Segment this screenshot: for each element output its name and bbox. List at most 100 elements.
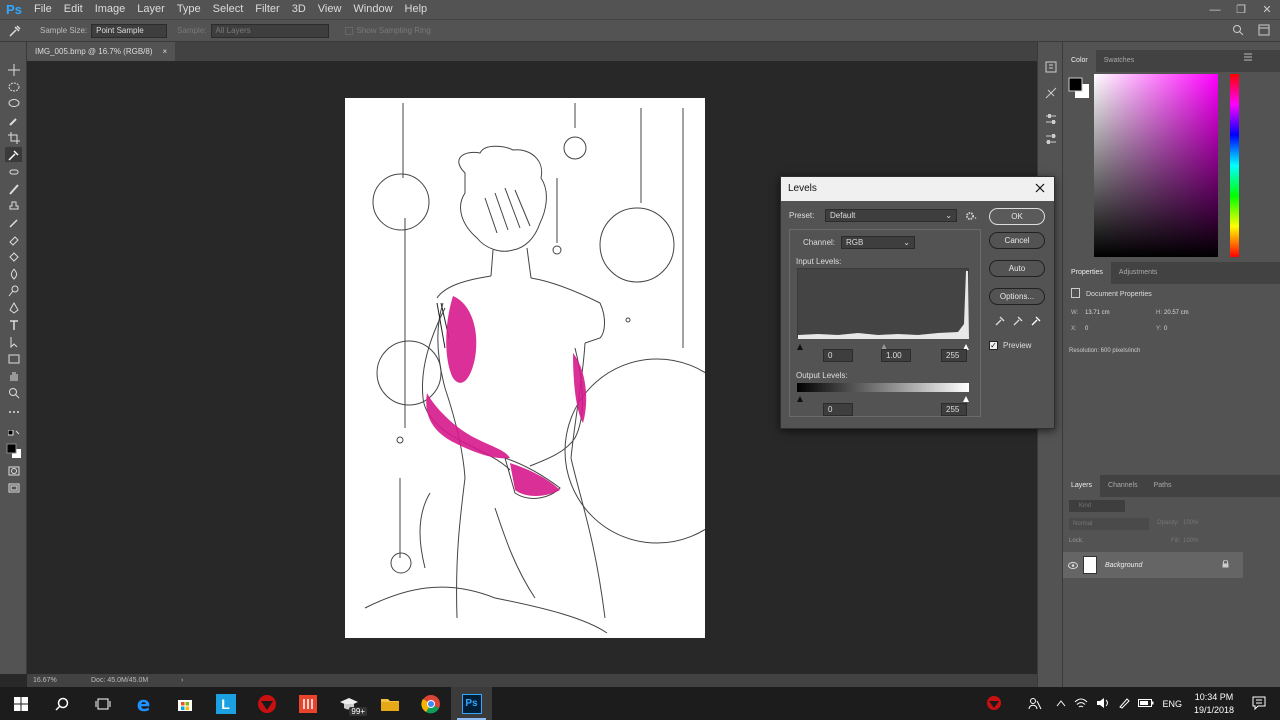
tab-layers[interactable]: Layers xyxy=(1063,475,1101,497)
blur-tool-icon[interactable] xyxy=(5,266,22,281)
output-black-field[interactable]: 0 xyxy=(823,403,853,416)
levels-title-bar[interactable]: Levels xyxy=(781,177,1054,201)
menu-type[interactable]: Type xyxy=(171,0,207,19)
zoom-tool-icon[interactable] xyxy=(5,385,22,400)
show-hidden-icons-icon[interactable] xyxy=(1056,699,1066,709)
move-tool-icon[interactable] xyxy=(5,62,22,77)
document-tab[interactable]: IMG_005.bmp @ 16.7% (RGB/8) × xyxy=(27,42,176,61)
layer-kind-filter[interactable]: Kind xyxy=(1069,500,1125,512)
ok-button[interactable]: OK xyxy=(989,208,1045,225)
input-sliders[interactable] xyxy=(797,341,969,350)
input-white-field[interactable]: 255 xyxy=(941,349,967,362)
tab-properties[interactable]: Properties xyxy=(1063,262,1111,284)
tab-paths[interactable]: Paths xyxy=(1146,475,1180,497)
menu-file[interactable]: File xyxy=(28,0,58,19)
history-brush-tool-icon[interactable] xyxy=(5,215,22,230)
menu-select[interactable]: Select xyxy=(207,0,250,19)
menu-view[interactable]: View xyxy=(312,0,348,19)
more-tools-icon[interactable] xyxy=(5,404,22,419)
adjustments-sliders-icon[interactable] xyxy=(1044,112,1058,129)
wifi-icon[interactable] xyxy=(1074,697,1088,711)
pen-tool-icon[interactable] xyxy=(5,300,22,315)
menu-layer[interactable]: Layer xyxy=(131,0,171,19)
windows-start-icon[interactable] xyxy=(0,687,41,720)
tab-swatches[interactable]: Swatches xyxy=(1096,50,1142,72)
healing-brush-tool-icon[interactable] xyxy=(5,164,22,179)
menu-help[interactable]: Help xyxy=(399,0,434,19)
minimize-icon[interactable]: — xyxy=(1202,0,1228,19)
sample-select[interactable]: All Layers xyxy=(210,23,329,38)
clone-stamp-tool-icon[interactable] xyxy=(5,198,22,213)
lasso-tool-icon[interactable] xyxy=(5,96,22,111)
auto-button[interactable]: Auto xyxy=(989,260,1045,277)
photoshop-logo[interactable]: Ps xyxy=(0,0,28,19)
width-value[interactable]: 13.71 cm xyxy=(1085,310,1110,316)
tab-channels[interactable]: Channels xyxy=(1100,475,1146,497)
cancel-button[interactable]: Cancel xyxy=(989,232,1045,249)
chrome-icon[interactable] xyxy=(410,687,451,720)
path-selection-tool-icon[interactable] xyxy=(5,334,22,349)
show-sampling-ring-checkbox[interactable]: Show Sampling Ring xyxy=(344,26,431,35)
input-black-field[interactable]: 0 xyxy=(823,349,853,362)
menu-3d[interactable]: 3D xyxy=(286,0,312,19)
color-picker-field[interactable] xyxy=(1094,74,1218,257)
x-value[interactable]: 0 xyxy=(1085,326,1088,332)
levels-close-icon[interactable] xyxy=(1034,182,1046,197)
task-view-icon[interactable] xyxy=(82,687,123,720)
document-canvas-image[interactable] xyxy=(345,98,750,638)
output-white-field[interactable]: 255 xyxy=(941,403,967,416)
marquee-tool-icon[interactable] xyxy=(5,79,22,94)
white-point-eyedropper-icon[interactable] xyxy=(1031,316,1041,329)
red-app-icon[interactable] xyxy=(246,687,287,720)
status-menu-arrow-icon[interactable]: › xyxy=(181,677,183,684)
eyedropper-tool-icon[interactable] xyxy=(5,147,22,162)
battery-icon[interactable] xyxy=(1138,698,1154,710)
hue-slider[interactable] xyxy=(1230,74,1239,257)
foreground-background-color-icon[interactable] xyxy=(5,440,22,462)
photoshop-taskbar-icon[interactable]: Ps xyxy=(451,687,492,720)
fill-value[interactable]: 100% xyxy=(1183,538,1198,544)
graduation-app-icon[interactable]: 99+ xyxy=(328,687,369,720)
input-gamma-field[interactable]: 1.00 xyxy=(881,349,911,362)
layer-row-background[interactable]: Background xyxy=(1063,552,1243,578)
edge-browser-icon[interactable]: e xyxy=(123,687,164,720)
rectangle-tool-icon[interactable] xyxy=(5,351,22,366)
quick-mask-icon[interactable] xyxy=(5,463,22,478)
pen-ink-icon[interactable] xyxy=(1118,697,1131,711)
menu-filter[interactable]: Filter xyxy=(249,0,285,19)
quick-select-tool-icon[interactable] xyxy=(5,113,22,128)
zoom-level[interactable]: 16.67% xyxy=(33,677,85,684)
search-icon[interactable] xyxy=(1232,24,1244,38)
eyedropper-tool-preset-icon[interactable] xyxy=(0,24,30,38)
height-value[interactable]: 20.57 cm xyxy=(1164,310,1189,316)
restore-icon[interactable]: ❐ xyxy=(1228,0,1254,19)
default-colors-icon[interactable] xyxy=(5,426,22,441)
menu-window[interactable]: Window xyxy=(347,0,398,19)
l-app-icon[interactable]: L xyxy=(205,687,246,720)
workspace-icon[interactable] xyxy=(1258,24,1270,38)
fg-bg-swatch[interactable] xyxy=(1067,76,1091,103)
brush-tool-icon[interactable] xyxy=(5,181,22,196)
document-tab-close-icon[interactable]: × xyxy=(163,42,168,61)
blend-mode-select[interactable]: Normal xyxy=(1069,518,1149,530)
screen-mode-icon[interactable] xyxy=(5,480,22,495)
layer-name[interactable]: Background xyxy=(1105,562,1142,569)
close-window-icon[interactable]: ✕ xyxy=(1254,0,1280,19)
black-point-eyedropper-icon[interactable] xyxy=(995,316,1005,329)
options-button[interactable]: Options... xyxy=(989,288,1045,305)
file-explorer-icon[interactable] xyxy=(369,687,410,720)
output-sliders[interactable] xyxy=(797,393,969,402)
menu-image[interactable]: Image xyxy=(89,0,132,19)
volume-icon[interactable] xyxy=(1096,697,1110,711)
dodge-tool-icon[interactable] xyxy=(5,283,22,298)
media-app-icon[interactable] xyxy=(287,687,328,720)
gray-point-eyedropper-icon[interactable] xyxy=(1013,316,1023,329)
crop-tool-icon[interactable] xyxy=(5,130,22,145)
opacity-value[interactable]: 100% xyxy=(1183,520,1198,526)
people-icon[interactable] xyxy=(1028,696,1042,712)
brush-settings-icon[interactable] xyxy=(1044,86,1058,103)
paint-bucket-tool-icon[interactable] xyxy=(5,249,22,264)
sample-size-select[interactable]: Point Sample xyxy=(91,23,168,38)
tab-adjustments[interactable]: Adjustments xyxy=(1111,262,1166,284)
action-center-icon[interactable] xyxy=(1252,696,1266,712)
